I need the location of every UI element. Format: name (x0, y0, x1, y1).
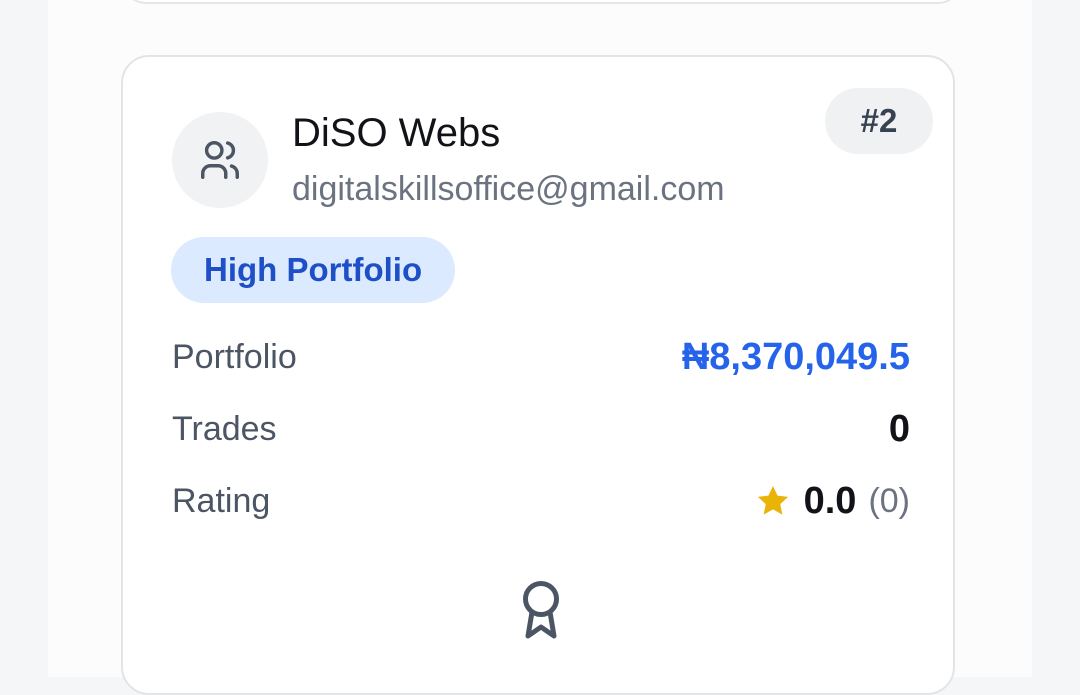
users-icon (201, 141, 239, 179)
rating-row: Rating 0.0 (0) (172, 477, 910, 525)
trades-row: Trades 0 (172, 405, 910, 453)
portfolio-row: Portfolio ₦8,370,049.5 (172, 333, 910, 381)
trades-value: 0 (888, 407, 910, 450)
rating-value-group: 0.0 (0) (754, 480, 910, 523)
rank-badge: #2 (825, 88, 933, 154)
trader-card[interactable]: DiSO Webs digitalskillsoffice@gmail.com … (121, 55, 955, 695)
status-badge: High Portfolio (171, 237, 456, 303)
avatar (172, 112, 268, 208)
rating-count: (0) (868, 481, 910, 520)
award-icon (523, 581, 559, 639)
previous-card[interactable] (122, 0, 962, 4)
trader-email: digitalskillsoffice@gmail.com (292, 170, 725, 208)
star-icon (757, 485, 788, 515)
rating-value: 0.0 (803, 479, 857, 522)
trades-label: Trades (172, 409, 277, 448)
portfolio-label: Portfolio (172, 337, 297, 376)
rating-label: Rating (172, 481, 271, 520)
portfolio-value: ₦8,370,049.5 (681, 335, 910, 378)
trader-name: DiSO Webs (292, 111, 501, 155)
